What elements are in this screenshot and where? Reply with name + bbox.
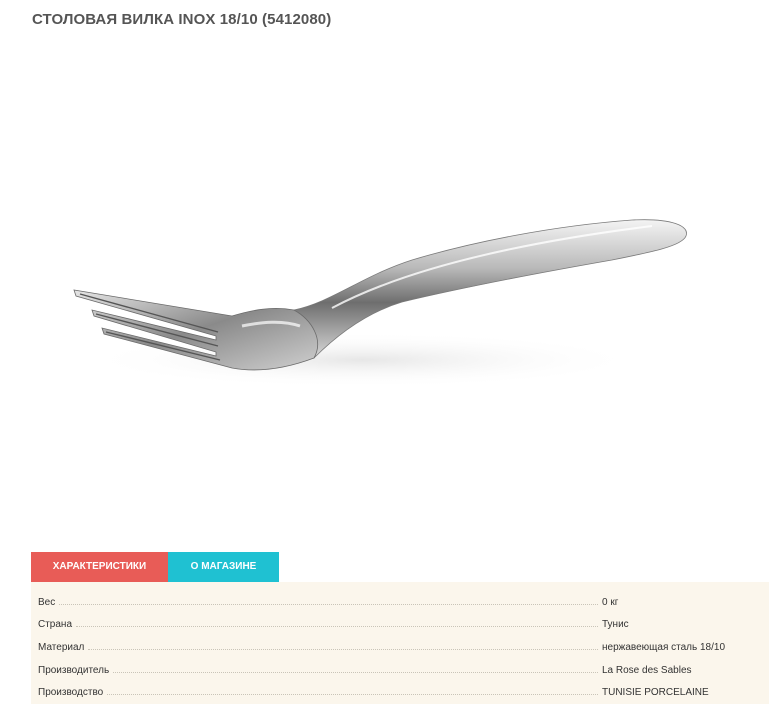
spec-value: 0 кг <box>602 597 619 608</box>
spec-label: Вес <box>38 597 56 608</box>
product-photo <box>32 40 771 540</box>
spec-value: La Rose des Sables <box>602 665 692 676</box>
spec-leader-dots <box>88 648 598 650</box>
product-page: СТОЛОВАЯ ВИЛКА INOX 18/10 (5412080) ХАРА… <box>0 0 771 707</box>
product-title: СТОЛОВАЯ ВИЛКА INOX 18/10 (5412080) <box>32 11 332 28</box>
product-tabs: ХАРАКТЕРИСТИКИ О МАГАЗИНЕ <box>31 552 279 582</box>
spec-label: Производство <box>38 687 104 698</box>
spec-value: нержавеющая сталь 18/10 <box>602 642 726 653</box>
fork-image <box>73 219 687 388</box>
tab-about-store[interactable]: О МАГАЗИНЕ <box>168 552 279 582</box>
spec-row-manufacturer: Производитель La Rose des Sables <box>38 656 762 676</box>
spec-label: Производитель <box>38 665 110 676</box>
spec-label: Страна <box>38 619 73 630</box>
spec-label: Материал <box>38 642 85 653</box>
spec-row-production: Производство TUNISIE PORCELAINE <box>38 678 762 698</box>
spec-row-weight: Вес 0 кг <box>38 588 762 608</box>
tab-characteristics[interactable]: ХАРАКТЕРИСТИКИ <box>31 552 168 582</box>
spec-row-country: Страна Тунис <box>38 610 762 630</box>
spec-value: Тунис <box>602 619 629 630</box>
spec-row-material: Материал нержавеющая сталь 18/10 <box>38 633 762 653</box>
specs-panel: Вес 0 кг Страна Тунис Материал нержавеющ… <box>31 582 769 704</box>
spec-leader-dots <box>59 603 598 605</box>
spec-leader-dots <box>113 671 598 673</box>
spec-value: TUNISIE PORCELAINE <box>602 687 709 698</box>
spec-leader-dots <box>76 625 598 627</box>
spec-leader-dots <box>107 693 598 695</box>
